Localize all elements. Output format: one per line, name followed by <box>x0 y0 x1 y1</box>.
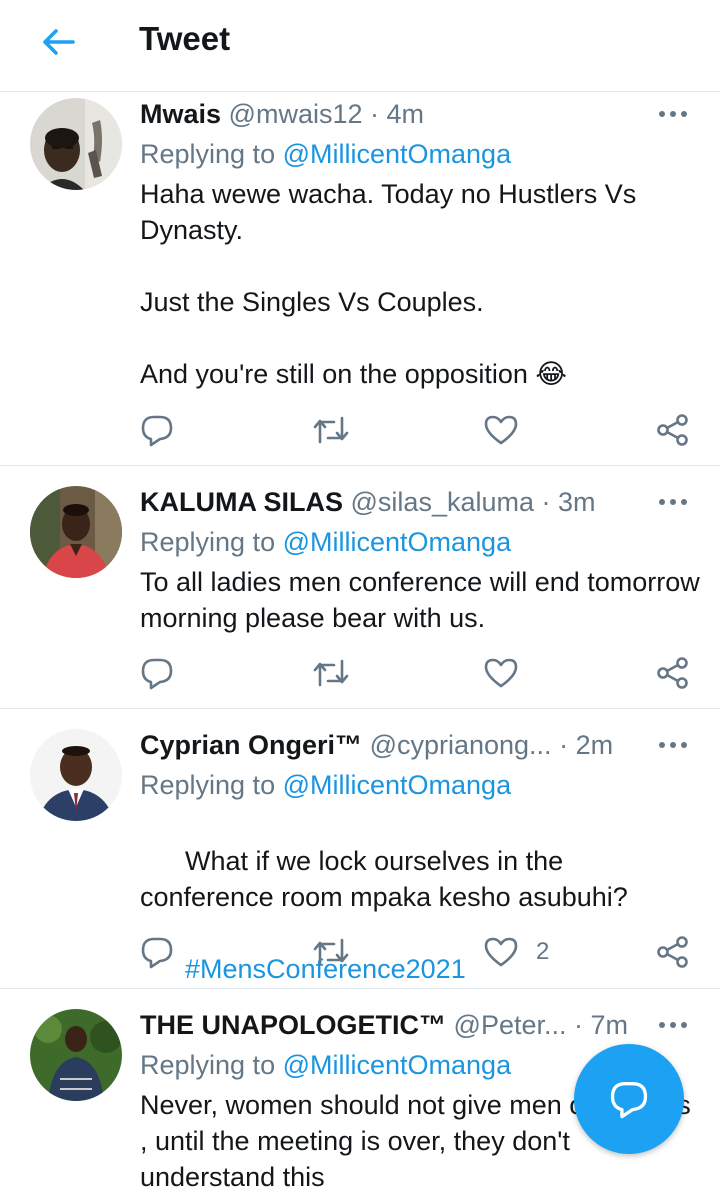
retweet-button[interactable] <box>312 932 350 972</box>
username[interactable]: @silas_kaluma <box>351 487 534 517</box>
more-options-button[interactable] <box>652 1010 694 1040</box>
retweet-icon <box>313 659 349 687</box>
like-button[interactable] <box>484 653 536 693</box>
separator: · <box>534 487 558 517</box>
username[interactable]: @Peter... <box>454 1010 567 1040</box>
replying-to-label: Replying to <box>140 770 283 800</box>
reply-button[interactable] <box>140 932 174 972</box>
tweet[interactable]: KALUMA SILAS @silas_kaluma · 3m Replying… <box>0 466 720 709</box>
share-icon <box>657 657 688 689</box>
separator: · <box>551 730 576 760</box>
tweet-header: THE UNAPOLOGETIC™ @Peter... · 7m <box>140 1005 640 1045</box>
more-options-button[interactable] <box>652 730 694 760</box>
more-horizontal-icon <box>659 499 687 505</box>
heart-icon <box>484 415 518 445</box>
page-title: Tweet <box>139 20 231 57</box>
compose-reply-icon <box>610 1082 648 1119</box>
more-options-button[interactable] <box>652 99 694 129</box>
replying-to-label: Replying to <box>140 1050 283 1080</box>
avatar[interactable] <box>30 1009 122 1101</box>
back-button[interactable] <box>32 22 84 62</box>
tweet-text: To all ladies men conference will end to… <box>140 567 708 633</box>
avatar[interactable] <box>30 98 122 190</box>
reply-icon <box>141 937 173 969</box>
timestamp[interactable]: 4m <box>387 99 425 129</box>
compose-reply-button[interactable] <box>574 1044 684 1154</box>
share-button[interactable] <box>656 410 690 450</box>
more-horizontal-icon <box>659 742 687 748</box>
heart-icon <box>484 937 518 967</box>
tweet[interactable]: Mwais @mwais12 · 4m Replying to @Millice… <box>0 92 720 466</box>
retweet-button[interactable] <box>312 410 350 450</box>
share-icon <box>657 414 688 446</box>
share-button[interactable] <box>656 653 690 693</box>
reply-button[interactable] <box>140 653 174 693</box>
display-name[interactable]: KALUMA SILAS <box>140 487 343 517</box>
mention-link[interactable]: @MillicentOmanga <box>283 527 512 557</box>
avatar[interactable] <box>30 729 122 821</box>
timestamp[interactable]: 3m <box>558 487 596 517</box>
display-name[interactable]: Cyprian Ongeri™ <box>140 730 362 760</box>
like-count: 2 <box>536 938 550 965</box>
reply-icon <box>141 658 173 690</box>
replying-to-label: Replying to <box>140 527 283 557</box>
replying-to-label: Replying to <box>140 139 283 169</box>
mention-link[interactable]: @MillicentOmanga <box>283 139 512 169</box>
retweet-icon <box>313 416 349 444</box>
timestamp[interactable]: 2m <box>576 730 614 760</box>
replying-to: Replying to @MillicentOmanga <box>140 1047 511 1083</box>
more-horizontal-icon <box>659 1022 687 1028</box>
reply-button[interactable] <box>140 410 174 450</box>
reply-list: Mwais @mwais12 · 4m Replying to @Millice… <box>0 92 720 1191</box>
avatar[interactable] <box>30 486 122 578</box>
tweet-header: Cyprian Ongeri™ @cyprianong... · 2m <box>140 725 640 765</box>
retweet-button[interactable] <box>312 653 350 693</box>
tweet-header: KALUMA SILAS @silas_kaluma · 3m <box>140 482 640 522</box>
heart-icon <box>484 658 518 688</box>
more-options-button[interactable] <box>652 487 694 517</box>
display-name[interactable]: Mwais <box>140 99 221 129</box>
share-button[interactable] <box>656 932 690 972</box>
tweet-header: Mwais @mwais12 · 4m <box>140 94 640 134</box>
tweet[interactable]: Cyprian Ongeri™ @cyprianong... · 2m Repl… <box>0 709 720 989</box>
tweet-text-content: What if we lock ourselves in the confere… <box>140 846 628 912</box>
timestamp[interactable]: 7m <box>591 1010 629 1040</box>
like-button[interactable] <box>484 410 536 450</box>
tweet-actions: 2 <box>140 932 700 972</box>
replying-to: Replying to @MillicentOmanga <box>140 767 511 803</box>
share-icon <box>657 936 688 968</box>
tweet-actions <box>140 653 700 693</box>
separator: · <box>566 1010 591 1040</box>
like-button[interactable]: 2 <box>484 932 549 972</box>
username[interactable]: @cyprianong... <box>370 730 552 760</box>
mention-link[interactable]: @MillicentOmanga <box>283 770 512 800</box>
more-horizontal-icon <box>659 111 687 117</box>
top-bar: Tweet <box>0 0 720 92</box>
replying-to: Replying to @MillicentOmanga <box>140 524 511 560</box>
separator: · <box>362 99 387 129</box>
reply-icon <box>141 415 173 447</box>
username[interactable]: @mwais12 <box>229 99 363 129</box>
tweet-actions <box>140 410 700 450</box>
replying-to: Replying to @MillicentOmanga <box>140 136 511 172</box>
retweet-icon <box>313 938 349 966</box>
display-name[interactable]: THE UNAPOLOGETIC™ <box>140 1010 446 1040</box>
tweet-text: Haha wewe wacha. Today no Hustlers Vs Dy… <box>140 179 637 389</box>
arrow-left-icon <box>43 29 75 55</box>
mention-link[interactable]: @MillicentOmanga <box>283 1050 512 1080</box>
